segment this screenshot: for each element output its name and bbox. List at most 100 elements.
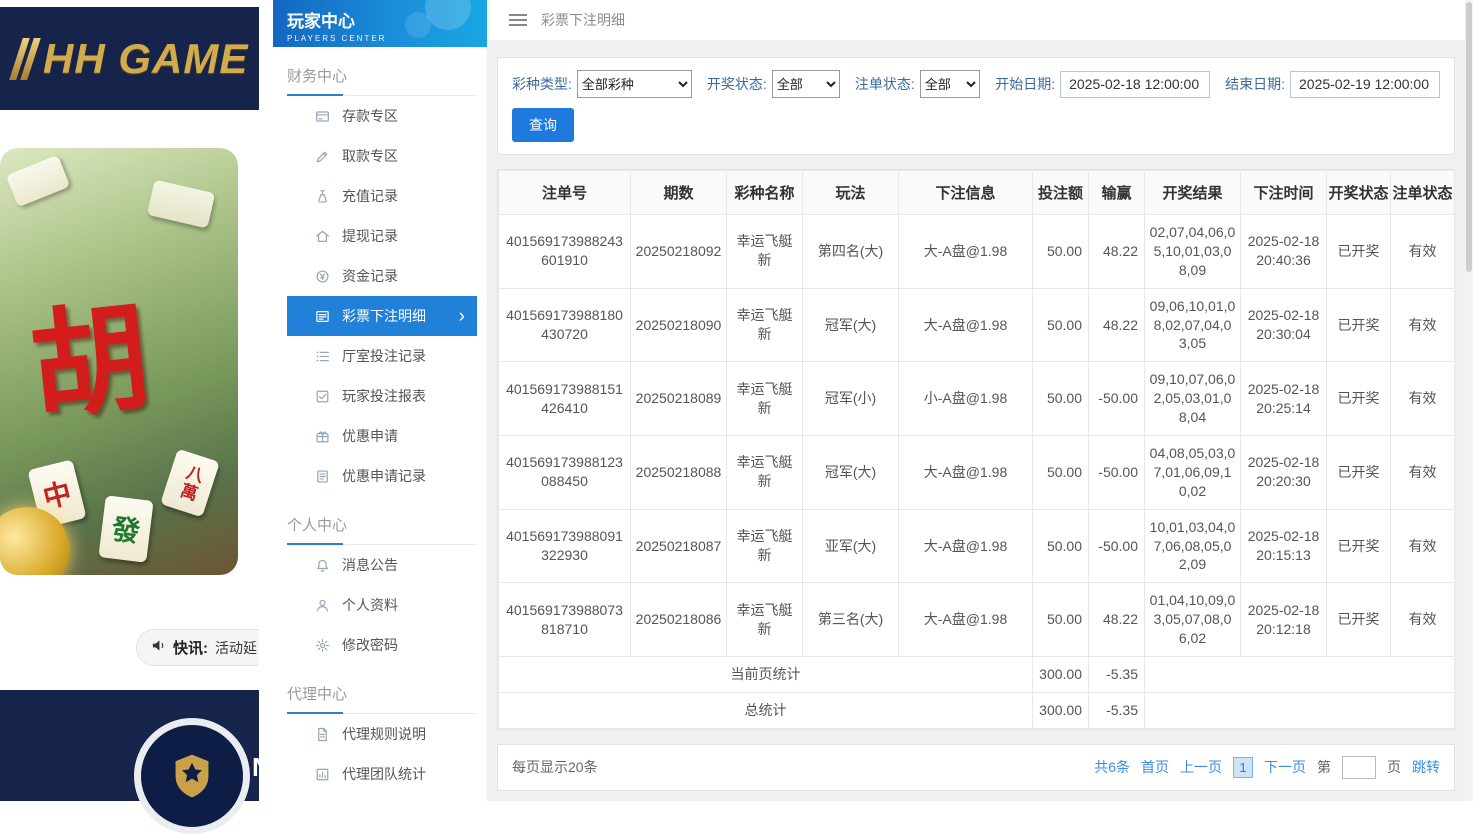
table-cell: 已开奖 — [1327, 583, 1391, 657]
table-cell: 有效 — [1391, 362, 1455, 436]
sidebar-item[interactable]: 优惠申请 — [287, 416, 477, 456]
current-page[interactable]: 1 — [1233, 757, 1253, 778]
sidebar-item-label: 个人资料 — [342, 595, 398, 615]
sidebar-item[interactable]: 代理团队统计 — [287, 754, 477, 794]
column-header: 下注时间 — [1241, 171, 1327, 215]
sidebar-item[interactable]: 个人资料 — [287, 585, 477, 625]
jump-prefix: 第 — [1317, 757, 1331, 777]
sidebar-item-label: 修改密码 — [342, 635, 398, 655]
table-cell: 50.00 — [1033, 509, 1089, 583]
table-cell: 大-A盘@1.98 — [899, 215, 1033, 289]
summary-bet-total: 300.00 — [1033, 657, 1089, 693]
table-cell: 2025-02-18 20:25:14 — [1241, 362, 1327, 436]
bets-table-panel: 注单号期数彩种名称玩法下注信息投注额输赢开奖结果下注时间开奖状态注单状态 401… — [497, 169, 1455, 730]
table-header-row: 注单号期数彩种名称玩法下注信息投注额输赢开奖结果下注时间开奖状态注单状态 — [499, 171, 1455, 215]
mahjong-tile: 八萬 — [160, 449, 220, 518]
pagination-bar: 每页显示20条 共6条 首页 上一页 1 下一页 第 页 跳转 — [497, 744, 1455, 791]
report-icon — [315, 389, 330, 404]
sidebar-item[interactable]: 修改密码 — [287, 625, 477, 665]
summary-row: 总统计300.00-5.35 — [499, 692, 1455, 728]
page-size-text: 每页显示20条 — [512, 757, 598, 777]
draw-status-select[interactable]: 全部 — [772, 70, 840, 98]
table-cell: 48.22 — [1089, 215, 1145, 289]
pager-controls: 共6条 首页 上一页 1 下一页 第 页 跳转 — [1094, 756, 1440, 779]
recharge-icon — [315, 189, 330, 204]
table-head: 注单号期数彩种名称玩法下注信息投注额输赢开奖结果下注时间开奖状态注单状态 — [499, 171, 1455, 215]
table-cell: 09,10,07,06,02,05,03,01,08,04 — [1145, 362, 1241, 436]
total-count: 共6条 — [1094, 757, 1130, 777]
site-logo: HH GAME — [0, 7, 273, 110]
table-cell: 幸运飞艇新 — [727, 362, 803, 436]
order-status-label: 注单状态: — [855, 74, 915, 94]
jump-link[interactable]: 跳转 — [1412, 757, 1440, 777]
column-header: 注单号 — [499, 171, 631, 215]
main-inner: 彩种类型: 全部彩种 开奖状态: 全部 注单状态: 全部 开始日期: 结束日期:… — [487, 40, 1465, 791]
table-cell: 401569173988123088450 — [499, 436, 631, 510]
table-cell: 已开奖 — [1327, 509, 1391, 583]
page-jump-input[interactable] — [1342, 756, 1376, 779]
sidebar-item[interactable]: 提现记录 — [287, 216, 477, 256]
table-cell: 20250218086 — [631, 583, 727, 657]
sidebar-item[interactable]: 存款专区 — [287, 96, 477, 136]
ticker-label: 快讯: — [173, 637, 208, 658]
sidebar-item-label: 优惠申请 — [342, 426, 398, 446]
end-date-input[interactable] — [1290, 71, 1440, 98]
table-cell: 09,06,10,01,08,02,07,04,03,05 — [1145, 288, 1241, 362]
sidebar-item[interactable]: 优惠申请记录 — [287, 456, 477, 496]
menu-icon[interactable] — [509, 14, 527, 26]
summary-row: 当前页统计300.00-5.35 — [499, 657, 1455, 693]
column-header: 投注额 — [1033, 171, 1089, 215]
speaker-icon — [151, 638, 166, 658]
sidebar-item[interactable]: 取款专区 — [287, 136, 477, 176]
main: 彩票下注明细 彩种类型: 全部彩种 开奖状态: 全部 注单状态: 全部 开始日期… — [487, 0, 1465, 801]
column-header: 输赢 — [1089, 171, 1145, 215]
table-cell: 有效 — [1391, 509, 1455, 583]
scrollbar[interactable] — [1465, 0, 1473, 801]
funds-icon — [315, 269, 330, 284]
order-status-select[interactable]: 全部 — [920, 70, 980, 98]
rules-icon — [315, 727, 330, 742]
table-cell: 幸运飞艇新 — [727, 288, 803, 362]
sidebar-item-label: 代理团队统计 — [342, 764, 426, 784]
table-cell: 401569173988151426410 — [499, 362, 631, 436]
lottery-type-select[interactable]: 全部彩种 — [577, 70, 692, 98]
table-cell: 48.22 — [1089, 583, 1145, 657]
table-cell: 有效 — [1391, 215, 1455, 289]
column-header: 开奖结果 — [1145, 171, 1241, 215]
table-row: 40156917398812308845020250218088幸运飞艇新冠军(… — [499, 436, 1455, 510]
table-cell: 有效 — [1391, 583, 1455, 657]
sidebar-item[interactable]: 彩票下注明细› — [287, 296, 477, 336]
column-header: 玩法 — [803, 171, 899, 215]
mahjong-tile — [6, 155, 71, 208]
table-cell: 50.00 — [1033, 215, 1089, 289]
sidebar: 玩家中心 PLAYERS CENTER 财务中心存款专区取款专区充值记录提现记录… — [259, 0, 487, 801]
sidebar-item-label: 取款专区 — [342, 146, 398, 166]
table-cell: 50.00 — [1033, 362, 1089, 436]
sidebar-item[interactable]: 玩家投注报表 — [287, 376, 477, 416]
sidebar-item-label: 厅室投注记录 — [342, 346, 426, 366]
tile-glyph: 八萬 — [172, 461, 208, 505]
sidebar-item-label: 资金记录 — [342, 266, 398, 286]
sidebar-item[interactable]: 资金记录 — [287, 256, 477, 296]
scrollbar-thumb[interactable] — [1466, 2, 1472, 272]
sidebar-item-label: 玩家投注报表 — [342, 386, 426, 406]
sidebar-item[interactable]: 厅室投注记录 — [287, 336, 477, 376]
first-page-link[interactable]: 首页 — [1141, 757, 1169, 777]
search-button[interactable]: 查询 — [512, 108, 574, 142]
column-header: 彩种名称 — [727, 171, 803, 215]
summary-empty — [1145, 657, 1455, 693]
mahjong-tile — [147, 179, 216, 228]
profile-icon — [315, 598, 330, 613]
prev-page-link[interactable]: 上一页 — [1180, 757, 1222, 777]
table-cell: 冠军(小) — [803, 362, 899, 436]
next-page-link[interactable]: 下一页 — [1264, 757, 1306, 777]
start-date-input[interactable] — [1060, 71, 1210, 98]
sidebar-item[interactable]: 消息公告 — [287, 545, 477, 585]
table-row: 40156917398818043072020250218090幸运飞艇新冠军(… — [499, 288, 1455, 362]
mahjong-big-char: 胡 — [21, 260, 156, 442]
sidebar-item[interactable]: 代理规则说明 — [287, 714, 477, 754]
table-body: 40156917398824360191020250218092幸运飞艇新第四名… — [499, 215, 1455, 729]
sidebar-item[interactable]: 充值记录 — [287, 176, 477, 216]
emblem-shield-icon — [172, 753, 212, 799]
table-cell: 401569173988091322930 — [499, 509, 631, 583]
